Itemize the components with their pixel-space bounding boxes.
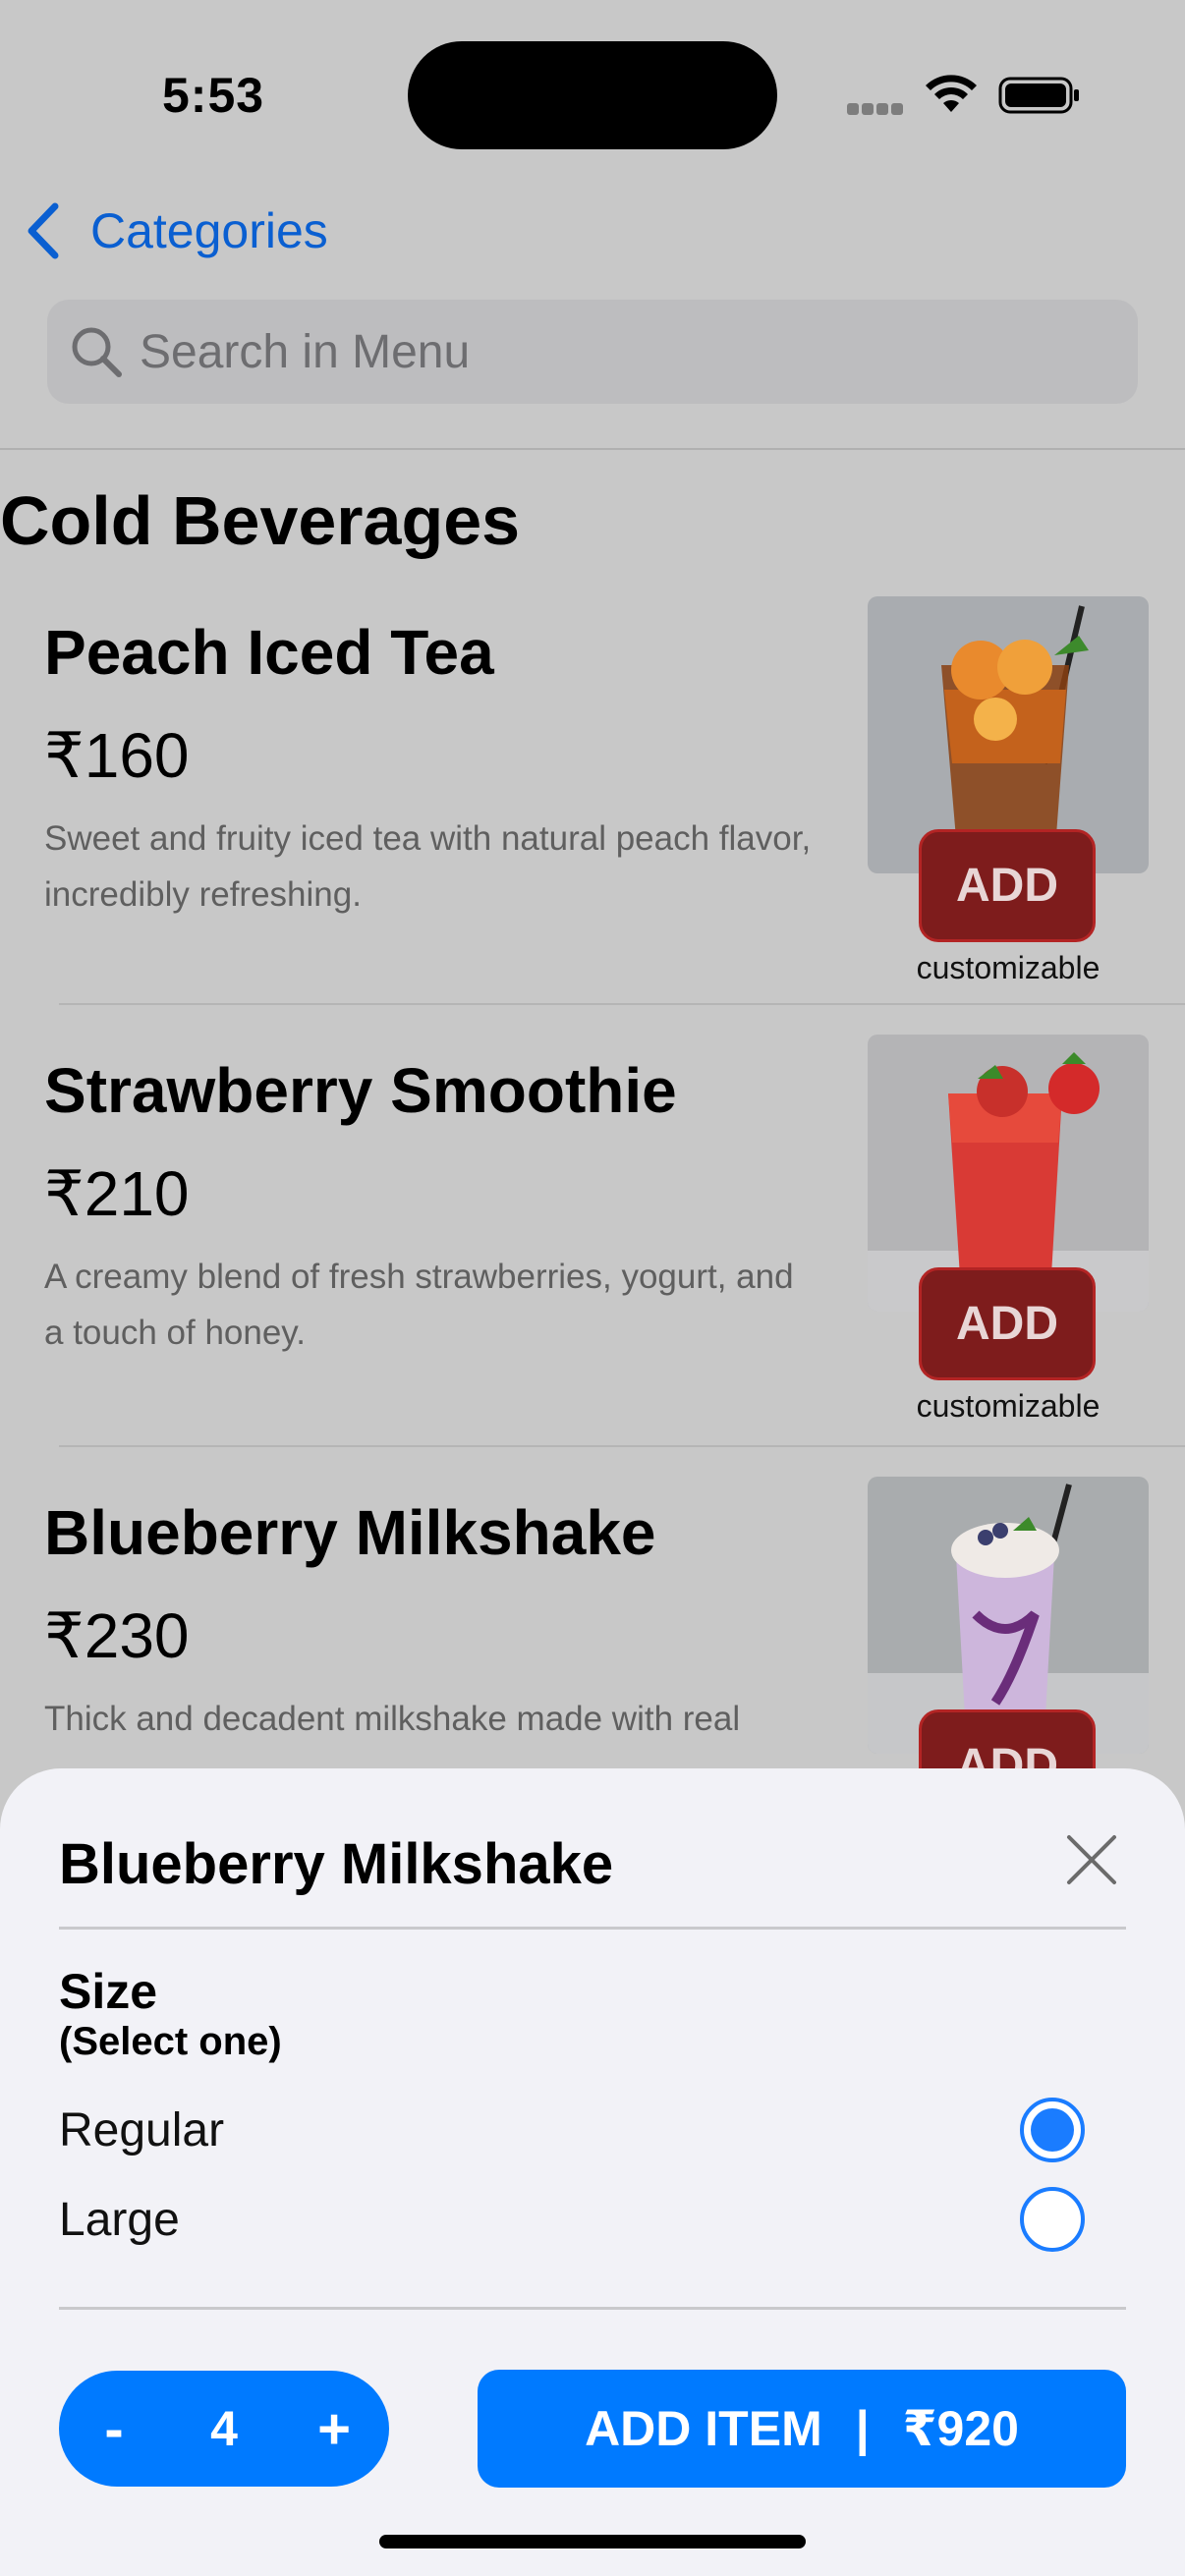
home-indicator [379, 2535, 806, 2548]
item-price: ₹160 [44, 720, 190, 791]
size-option-large[interactable]: Large [59, 2181, 1091, 2260]
item-description: A creamy blend of fresh strawberries, yo… [44, 1258, 794, 1352]
search-icon [72, 327, 122, 377]
increment-button[interactable]: + [279, 2371, 389, 2487]
radio-button[interactable] [1020, 2187, 1085, 2252]
item-divider [59, 1003, 1185, 1005]
status-time: 5:53 [162, 68, 265, 123]
size-label: Size [59, 1964, 158, 2019]
cellular-signal-icon [847, 102, 906, 120]
quantity-stepper: - 4 + [59, 2371, 389, 2487]
dynamic-island [408, 41, 777, 149]
add-button[interactable]: ADD [919, 1267, 1096, 1380]
option-label: Regular [59, 2104, 225, 2156]
add-item-separator: | [855, 2401, 870, 2456]
battery-icon [998, 77, 1079, 114]
item-name: Peach Iced Tea [44, 617, 494, 688]
sheet-title: Blueberry Milkshake [59, 1832, 614, 1896]
menu-item[interactable]: Strawberry Smoothie ₹210 A creamy blend … [0, 1035, 1185, 1477]
item-price: ₹230 [44, 1600, 190, 1671]
customizable-label: customizable [916, 1388, 1100, 1424]
add-item-button[interactable]: ADD ITEM | ₹920 [478, 2370, 1126, 2488]
section-title: Cold Beverages [0, 482, 521, 559]
quantity-value: 4 [210, 2401, 238, 2456]
item-name: Strawberry Smoothie [44, 1055, 677, 1126]
search-input[interactable] [140, 324, 1024, 379]
size-select-hint: (Select one) [59, 2020, 282, 2063]
item-description: Sweet and fruity iced tea with natural p… [44, 819, 812, 914]
item-description: Thick and decadent milkshake made with r… [44, 1700, 741, 1738]
item-name: Blueberry Milkshake [44, 1497, 656, 1568]
customize-sheet: Blueberry Milkshake Size (Select one) Re… [0, 1768, 1185, 2576]
decrement-button[interactable]: - [59, 2371, 169, 2487]
sheet-divider [59, 1927, 1126, 1930]
item-divider [59, 1445, 1185, 1447]
back-button-label: Categories [90, 203, 328, 258]
add-item-total: ₹920 [902, 2401, 1019, 2456]
wifi-icon [926, 75, 977, 112]
status-bar: 5:53 [0, 0, 1185, 187]
chevron-left-icon [28, 202, 59, 259]
item-price: ₹210 [44, 1158, 190, 1229]
size-option-regular[interactable]: Regular [59, 2092, 1091, 2170]
close-icon[interactable] [1061, 1829, 1122, 1890]
sheet-divider [59, 2307, 1126, 2310]
option-label: Large [59, 2194, 180, 2246]
search-bar[interactable] [47, 300, 1138, 404]
add-button[interactable]: ADD [919, 829, 1096, 942]
add-item-label: ADD ITEM [585, 2401, 822, 2456]
back-button[interactable]: Categories [22, 196, 328, 265]
customizable-label: customizable [916, 950, 1100, 985]
radio-button[interactable] [1020, 2098, 1085, 2162]
header-divider [0, 448, 1185, 450]
menu-item[interactable]: Peach Iced Tea ₹160 Sweet and fruity ice… [0, 596, 1185, 1038]
